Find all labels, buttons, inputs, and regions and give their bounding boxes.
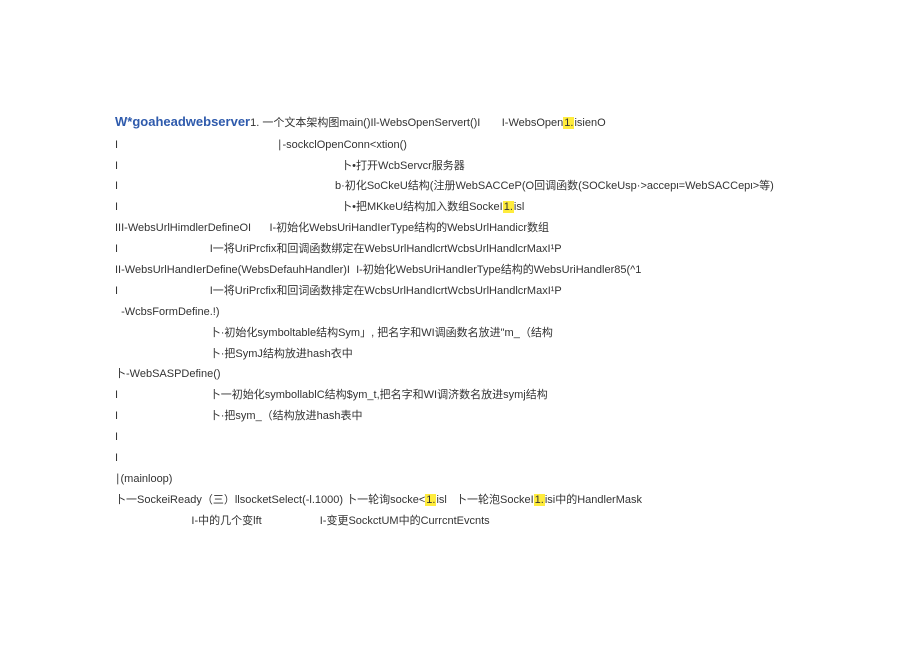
title-suffix-a: 1. 一个文本架构图main()Il-WebsOpenServert()I I-… — [250, 117, 563, 129]
code-line-12: -WcbsFormDefine.!) — [115, 302, 920, 323]
code-line-14: 卜·把SymJ结构放进hash衣中 — [115, 344, 920, 365]
code-line-21c: isl 卜一轮泡SockeI — [436, 494, 533, 506]
code-line-21: 卜一SockeiReady（三）llsocketSelect(-l.1000) … — [115, 490, 920, 511]
document-title: W*goaheadwebserver — [115, 114, 250, 129]
code-line-04: I b·初化SoCkeU结构(注册WebSACCeP(O回调函数(SOCkeUs… — [115, 176, 920, 197]
code-line-05: I 卜•把MKkeU结构加入数组SockeI1.isl — [115, 197, 920, 218]
code-line-21e: isi中的HandlerMask — [545, 494, 642, 506]
code-line-18: I — [115, 427, 920, 448]
code-line-08: II-WebsUrlHandIerDefine(WebsDefauhHandle… — [115, 260, 920, 281]
code-line-22: I-中的几个变lft I-变更SockctUM中的CurrcntEvcnts — [115, 511, 920, 532]
code-line-20: ∣(mainloop) — [115, 469, 920, 490]
code-line-19: I — [115, 448, 920, 469]
highlight-3: 1. — [425, 494, 436, 506]
code-line-07: I I一将UriPrcfix和回调函数绑定在WebsUrlHandlcrtWcb… — [115, 239, 920, 260]
code-line-06: III-WebsUrlHimdlerDefineOI I-初始化WebsUriH… — [115, 218, 920, 239]
highlight-4: 1. — [534, 494, 545, 506]
document-title-line: W*goaheadwebserver1. 一个文本架构图main()Il-Web… — [115, 110, 920, 135]
highlight-1: 1. — [563, 117, 574, 129]
code-line-15: 卜-WebSASPDefine() — [115, 364, 920, 385]
code-line-13: 卜·初始化symboltable结构Sym」, 把名字和WI调函数名放进"m_（… — [115, 323, 920, 344]
code-line-17: I 卜·把sym_（结构放进hash表中 — [115, 406, 920, 427]
code-line-21a: 卜一SockeiReady（三）llsocketSelect(-l.1000) … — [115, 494, 425, 506]
code-line-09: I I一将UriPrcfix和回词函数排定在WcbsUrlHandIcrtWcb… — [115, 281, 920, 302]
code-line-02: I ∣-sockclOpenConn<xtion() — [115, 135, 920, 156]
highlight-2: 1. — [503, 201, 514, 213]
code-line-16: I 卜一初始化symbollablC结构$ym_t,把名字和WI调济数名放进sy… — [115, 385, 920, 406]
title-suffix-c: isienO — [574, 117, 605, 129]
code-line-03: I 卜•打开WcbServcr服务器 — [115, 156, 920, 177]
code-line-05a: I 卜•把MKkeU结构加入数组SockeI — [115, 201, 503, 213]
code-line-05c: isl — [514, 201, 524, 213]
